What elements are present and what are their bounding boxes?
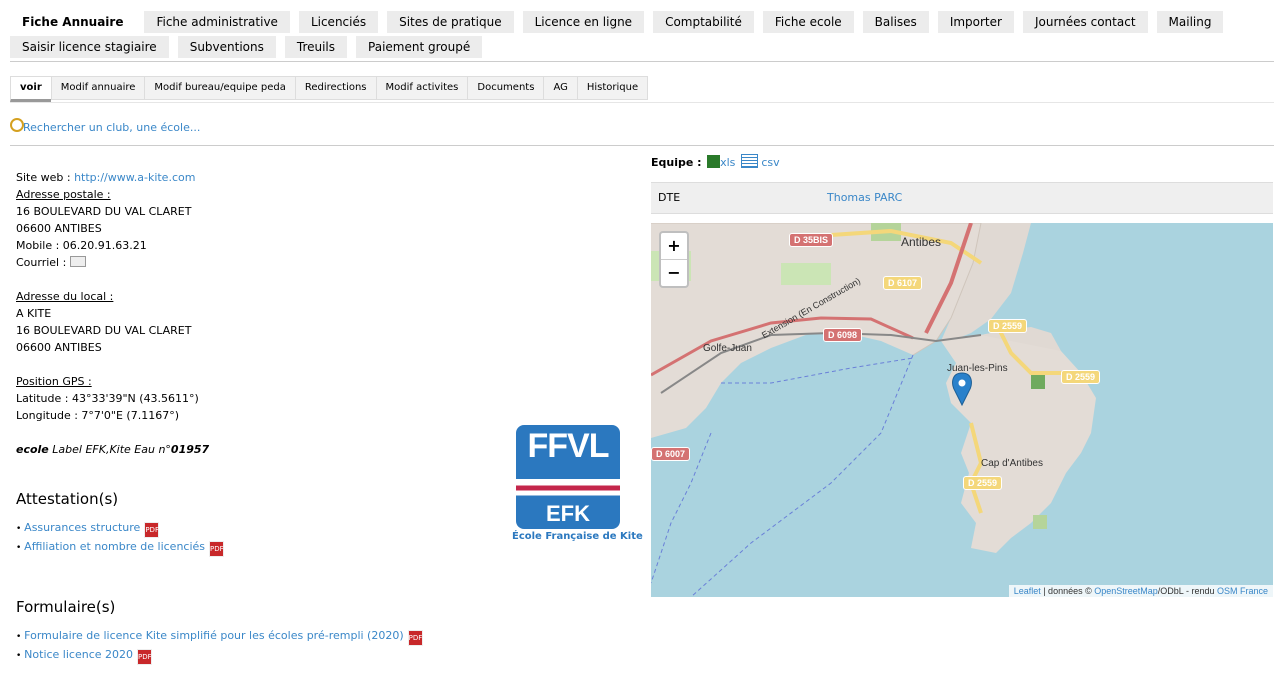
website-link[interactable]: http://www.a-kite.com	[74, 171, 195, 184]
courriel-label: Courriel :	[16, 256, 70, 269]
zoom-in-button[interactable]: +	[661, 233, 687, 260]
map[interactable]: + − D 35BIS D 6107 D 6098 D 2559 D 2559 …	[651, 223, 1273, 597]
tab-licence-en-ligne[interactable]: Licence en ligne	[522, 11, 645, 33]
tab-paiement-groupe[interactable]: Paiement groupé	[356, 36, 483, 58]
main-tabs-row-1: Fiche Annuaire Fiche administrative Lice…	[10, 11, 1272, 34]
road-label: D 2559	[1061, 370, 1101, 384]
map-attribution: Leaflet | données © OpenStreetMap/ODbL -…	[1008, 585, 1273, 597]
zoom-out-button[interactable]: −	[661, 260, 687, 286]
gps-heading: Position GPS :	[16, 375, 92, 388]
road-label: D 2559	[988, 319, 1028, 333]
place-label: Golfe-Juan	[703, 343, 752, 354]
attestation-link[interactable]: Assurances structure	[24, 521, 140, 534]
subtab-documents[interactable]: Documents	[467, 76, 544, 100]
subtab-ag[interactable]: AG	[543, 76, 577, 100]
main-tabs: Fiche Annuaire Fiche administrative Lice…	[10, 11, 1272, 61]
pdf-icon[interactable]: PDF	[407, 630, 423, 646]
tab-comptabilite[interactable]: Comptabilité	[653, 11, 754, 33]
subtab-historique[interactable]: Historique	[576, 76, 649, 100]
search-club-link[interactable]: Rechercher un club, une école...	[10, 117, 200, 134]
tab-fiche-annuaire[interactable]: Fiche Annuaire	[10, 11, 136, 33]
divider	[10, 61, 1274, 62]
formulaire-link[interactable]: Formulaire de licence Kite simplifié pou…	[24, 629, 403, 642]
label-line: ecole Label EFK,Kite Eau n°01957	[16, 443, 210, 456]
sub-tabs: voir Modif annuaire Modif bureau/equipe …	[10, 76, 649, 102]
divider	[10, 102, 1274, 103]
place-label: Juan-les-Pins	[947, 363, 1008, 374]
formulaires-section: Formulaire(s) Formulaire de licence Kite…	[16, 598, 423, 665]
road-label: D 2559	[963, 476, 1003, 490]
tab-subventions[interactable]: Subventions	[177, 36, 276, 58]
postal-line2: 06600 ANTIBES	[16, 222, 102, 235]
logo-badge: FFVL EFK	[516, 425, 620, 529]
tab-mailing[interactable]: Mailing	[1156, 11, 1224, 33]
subtab-modif-annuaire[interactable]: Modif annuaire	[50, 76, 145, 100]
road-label: D 6007	[651, 447, 691, 461]
leaflet-link[interactable]: Leaflet	[1014, 586, 1041, 596]
team-row: DTE Thomas PARC	[651, 182, 1273, 214]
place-label: Cap d'Antibes	[981, 458, 1043, 469]
tab-licencies[interactable]: Licenciés	[298, 11, 379, 33]
main-tabs-row-2: Saisir licence stagiaire Subventions Tre…	[10, 36, 1272, 59]
place-label: Antibes	[901, 235, 942, 249]
mail-icon[interactable]	[69, 256, 86, 267]
pdf-icon[interactable]: PDF	[209, 541, 225, 557]
local-line2: 06600 ANTIBES	[16, 341, 102, 354]
road-label: D 35BIS	[789, 233, 834, 247]
subtab-modif-activites[interactable]: Modif activites	[375, 76, 468, 100]
subtab-redirections[interactable]: Redirections	[294, 76, 376, 100]
attestations-section: Attestation(s) Assurances structure PDF A…	[16, 490, 225, 557]
team-person-link[interactable]: Thomas PARC	[827, 183, 902, 213]
subtab-modif-bureau[interactable]: Modif bureau/equipe peda	[144, 76, 295, 100]
tab-sites-de-pratique[interactable]: Sites de pratique	[387, 11, 514, 33]
osm-link[interactable]: OpenStreetMap	[1094, 586, 1158, 596]
map-zoom-control: + −	[659, 231, 689, 288]
divider	[10, 145, 1274, 146]
pdf-icon[interactable]: PDF	[144, 522, 160, 538]
club-info: Site web : http://www.a-kite.com Adresse…	[16, 169, 396, 458]
tab-fiche-administrative[interactable]: Fiche administrative	[144, 11, 290, 33]
tab-saisir-licence-stagiaire[interactable]: Saisir licence stagiaire	[10, 36, 169, 58]
efk-logo: FFVL EFK École Française de Kite	[512, 425, 643, 542]
tab-treuils[interactable]: Treuils	[284, 36, 348, 58]
mobile: Mobile : 06.20.91.63.21	[16, 239, 147, 252]
pdf-icon[interactable]: PDF	[137, 649, 153, 665]
tab-journees-contact[interactable]: Journées contact	[1022, 11, 1148, 33]
tab-fiche-ecole[interactable]: Fiche ecole	[762, 11, 854, 33]
formulaire-link[interactable]: Notice licence 2020	[24, 648, 133, 661]
logo-caption: École Française de Kite	[512, 531, 643, 542]
table-icon[interactable]	[740, 154, 758, 168]
export-xls-link[interactable]: xls	[720, 156, 735, 169]
magnifier-icon	[10, 118, 24, 132]
road-label: D 6107	[883, 276, 923, 290]
team-role: DTE	[658, 191, 681, 204]
gps-longitude: Longitude : 7°7'0"E (7.1167°)	[16, 409, 180, 422]
excel-icon[interactable]	[707, 155, 721, 168]
postal-heading: Adresse postale :	[16, 188, 111, 201]
equipe-header: Equipe : xls csv	[651, 154, 780, 169]
attestations-title: Attestation(s)	[16, 490, 119, 508]
local-heading: Adresse du local :	[16, 290, 114, 303]
attestation-link[interactable]: Affiliation et nombre de licenciés	[24, 540, 205, 553]
osm-france-link[interactable]: OSM France	[1217, 586, 1268, 596]
local-line1: 16 BOULEVARD DU VAL CLARET	[16, 324, 192, 337]
tab-balises[interactable]: Balises	[862, 11, 929, 33]
local-name: A KITE	[16, 307, 52, 320]
export-csv-link[interactable]: csv	[761, 156, 779, 169]
formulaires-title: Formulaire(s)	[16, 598, 116, 616]
tab-importer[interactable]: Importer	[937, 11, 1014, 33]
map-tiles	[651, 223, 1096, 597]
subtab-voir[interactable]: voir	[10, 76, 51, 102]
road-label: D 6098	[823, 328, 863, 342]
gps-latitude: Latitude : 43°33'39"N (43.5611°)	[16, 392, 199, 405]
postal-line1: 16 BOULEVARD DU VAL CLARET	[16, 205, 192, 218]
